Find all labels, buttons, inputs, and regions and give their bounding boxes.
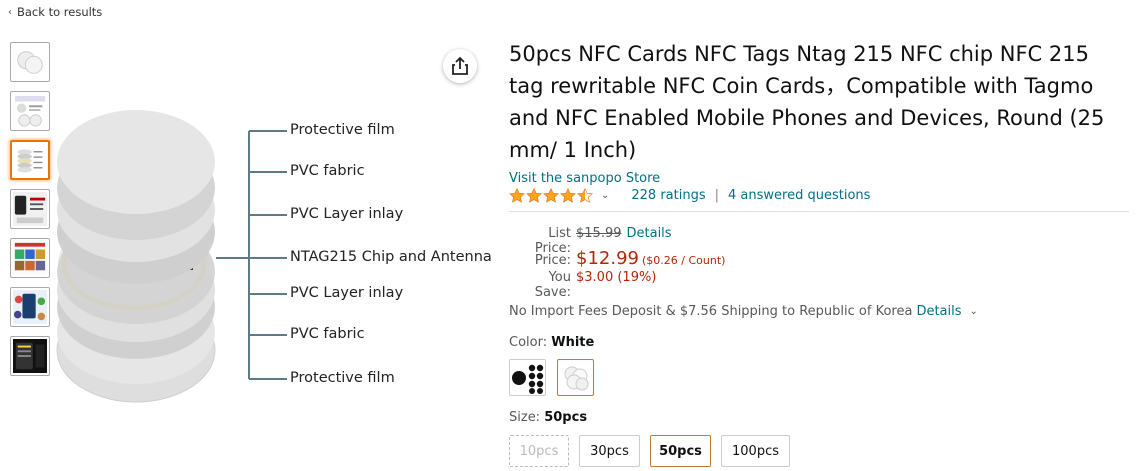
thumbnail-image (13, 290, 47, 324)
product-details: 50pcs NFC Cards NFC Tags Ntag 215 NFC ch… (509, 38, 1129, 467)
store-link[interactable]: Visit the sanpopo Store (509, 171, 1129, 186)
size-option-30pcs[interactable]: 30pcs (579, 435, 640, 467)
price-label: Price: (534, 253, 571, 268)
main-product-image[interactable]: Protective film PVC fabric PVC Layer inl… (48, 92, 498, 442)
half-star-icon (577, 188, 593, 203)
list-price-value: $15.99 (576, 226, 622, 241)
thumbnail-image (13, 241, 47, 275)
color-swatch-black[interactable] (509, 359, 546, 396)
back-to-results-link[interactable]: ‹ Back to results (8, 5, 102, 19)
thumbnail-1[interactable] (10, 42, 50, 82)
chevron-down-icon[interactable]: ⌄ (601, 190, 609, 201)
layer-label: Protective film (290, 122, 395, 138)
list-price-details-link[interactable]: Details (627, 226, 672, 241)
shipping-info: No Import Fees Deposit & $7.56 Shipping … (509, 304, 1129, 319)
layer-label: Protective film (290, 370, 395, 386)
layer-label: PVC fabric (290, 163, 365, 179)
thumbnail-image (17, 51, 43, 74)
color-swatch-white[interactable] (557, 359, 594, 396)
share-icon (452, 56, 468, 75)
answered-questions-link[interactable]: 4 answered questions (728, 188, 870, 203)
star-icon (560, 188, 576, 203)
price-block: List Price: $15.99 Details Price: $12.99… (509, 226, 1129, 300)
rating-row: ⌄ 228 ratings | 4 answered questions (509, 188, 1129, 203)
size-label: Size: (509, 410, 541, 425)
star-rating[interactable] (509, 188, 593, 203)
color-selected-value: White (551, 335, 595, 350)
layer-stack-illustration (56, 110, 287, 403)
thumbnail-6[interactable] (10, 287, 50, 327)
back-label: Back to results (17, 5, 103, 19)
black-tags-thumbnail (512, 364, 544, 394)
divider-line (509, 211, 1129, 212)
shipping-details-link[interactable]: Details (916, 304, 961, 319)
share-button[interactable] (443, 49, 477, 83)
white-tags-thumbnail (564, 366, 589, 391)
layer-label: NTAG215 Chip and Antenna (290, 249, 492, 265)
color-swatches (509, 359, 1129, 396)
layer-label: PVC fabric (290, 326, 365, 342)
unit-price: ($0.26 / Count) (641, 254, 726, 267)
you-save-value: $3.00 (19%) (576, 270, 657, 285)
star-icon (509, 188, 525, 203)
layer-label: PVC Layer inlay (290, 206, 404, 222)
thumbnail-image (13, 192, 47, 226)
size-option-100pcs[interactable]: 100pcs (721, 435, 790, 467)
size-option-50pcs[interactable]: 50pcs (650, 435, 711, 467)
shipping-text: No Import Fees Deposit & $7.56 Shipping … (509, 304, 913, 319)
star-icon (526, 188, 542, 203)
price-value: $12.99 (576, 248, 639, 269)
layer-label: PVC Layer inlay (290, 285, 404, 301)
thumbnail-3-selected[interactable] (10, 140, 50, 180)
thumbnail-2[interactable] (10, 91, 50, 131)
size-selected-value: 50pcs (544, 410, 588, 425)
color-label-row: Color: White (509, 335, 1129, 350)
thumbnail-5[interactable] (10, 238, 50, 278)
size-option-10pcs[interactable]: 10pcs (509, 435, 569, 467)
ratings-count-link[interactable]: 228 ratings (631, 188, 705, 203)
thumbnail-image (14, 95, 46, 127)
thumbnail-7[interactable] (10, 336, 50, 376)
list-price-label: List Price: (534, 226, 571, 256)
star-icon (543, 188, 559, 203)
color-label: Color: (509, 335, 548, 350)
you-save-label: You Save: (534, 270, 571, 300)
chevron-left-icon: ‹ (8, 6, 12, 18)
chevron-down-icon[interactable]: ⌄ (970, 306, 978, 317)
product-title: 50pcs NFC Cards NFC Tags Ntag 215 NFC ch… (509, 42, 1105, 162)
size-options: 10pcs 30pcs 50pcs 100pcs (509, 435, 1129, 467)
thumbnail-image (13, 339, 47, 373)
divider: | (714, 188, 720, 203)
size-label-row: Size: 50pcs (509, 410, 1129, 425)
thumbnail-image (17, 149, 43, 173)
thumbnail-4[interactable] (10, 189, 50, 229)
